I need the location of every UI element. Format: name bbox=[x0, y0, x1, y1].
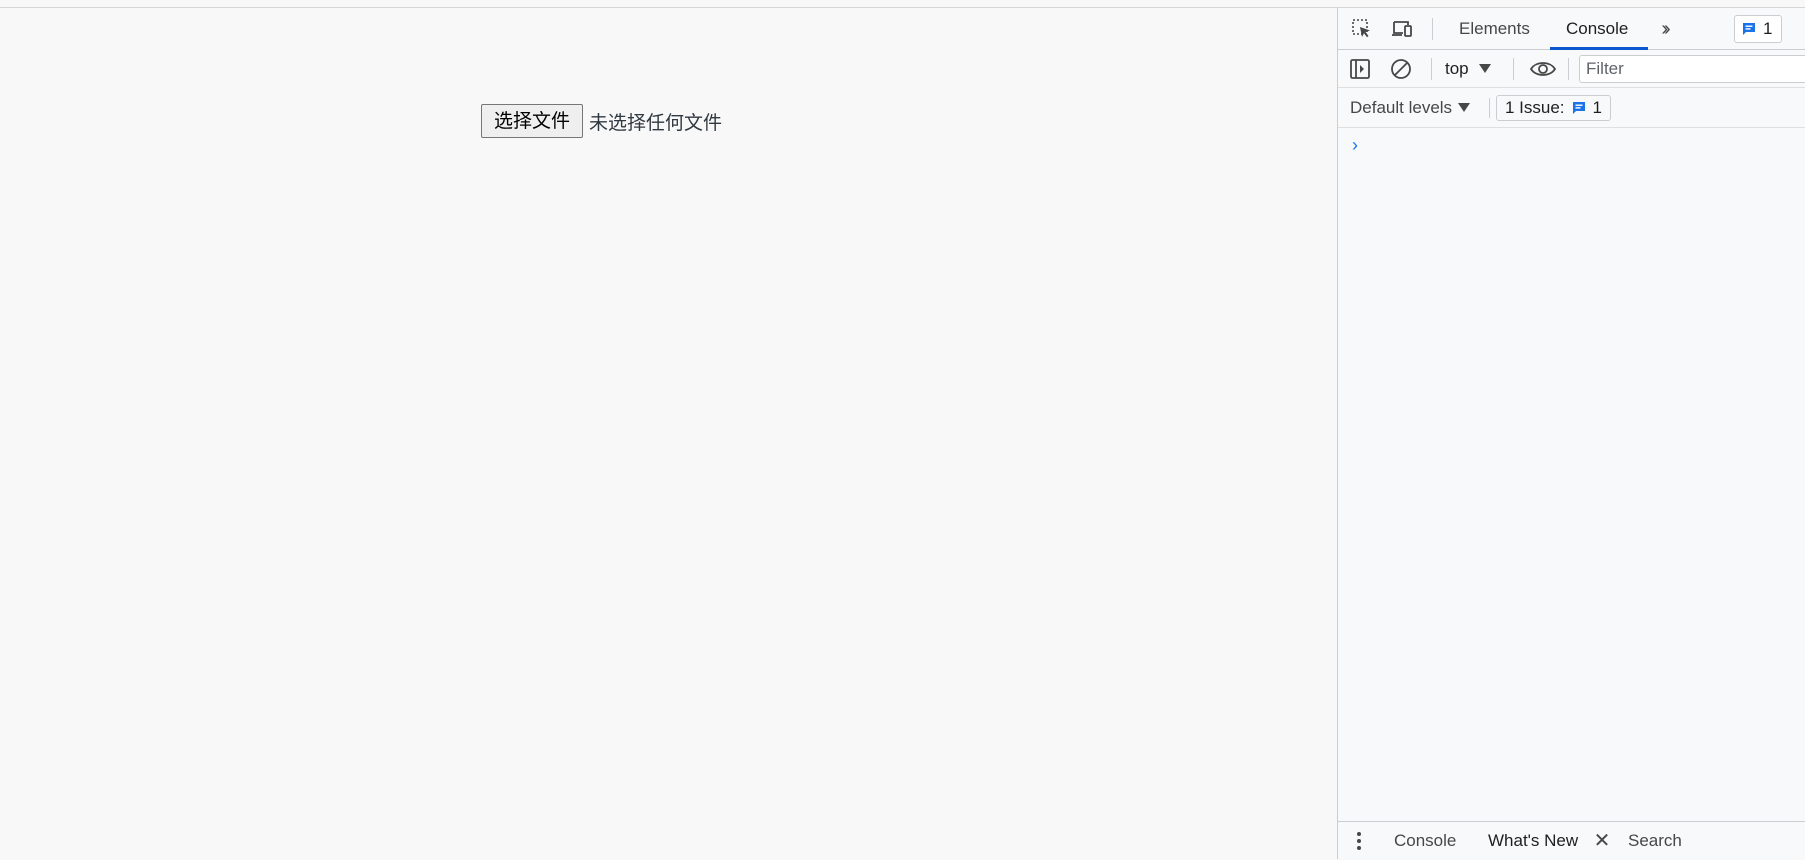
choose-file-button[interactable]: 选择文件 bbox=[481, 104, 584, 138]
caret-down-icon bbox=[1458, 103, 1471, 112]
chevron-double-right-icon[interactable]: ›› bbox=[1650, 16, 1678, 42]
console-toolbar: top bbox=[1338, 50, 1805, 88]
issues-counter-badge[interactable]: 1 bbox=[1734, 15, 1782, 43]
tab-console[interactable]: Console bbox=[1566, 8, 1628, 50]
message-icon bbox=[1743, 23, 1755, 35]
console-output[interactable]: › bbox=[1338, 129, 1805, 829]
console-prompt-icon[interactable]: › bbox=[1352, 135, 1358, 156]
caret-down-icon bbox=[1478, 64, 1491, 73]
context-label: top bbox=[1445, 59, 1469, 78]
web-page: 选择文件 未选择任何文件 bbox=[0, 8, 1337, 859]
log-levels-dropdown[interactable]: Default levels bbox=[1350, 88, 1471, 128]
issues-button[interactable]: 1 Issue: 1 bbox=[1496, 95, 1612, 121]
clear-console-icon[interactable] bbox=[1389, 57, 1413, 81]
sidebar-toggle-icon[interactable] bbox=[1348, 57, 1372, 81]
issues-count-top: 1 bbox=[1763, 19, 1773, 38]
toolbar-divider bbox=[1431, 58, 1432, 80]
devtools-panel: Elements Console ›› 1 top Filter Default… bbox=[1337, 8, 1805, 859]
console-toolbar-secondary: Default levels 1 Issue: 1 bbox=[1338, 88, 1805, 128]
issues-label: 1 Issue: bbox=[1505, 98, 1565, 117]
close-icon[interactable]: ✕ bbox=[1592, 831, 1612, 851]
browser-top-edge bbox=[0, 0, 1805, 8]
toolbar-divider bbox=[1489, 98, 1490, 118]
tab-elements[interactable]: Elements bbox=[1459, 8, 1530, 50]
kebab-menu-icon[interactable] bbox=[1350, 828, 1368, 854]
toolbar-divider bbox=[1568, 58, 1569, 80]
log-levels-label: Default levels bbox=[1350, 98, 1453, 117]
devtools-drawer: Console What's New ✕ Search bbox=[1338, 821, 1805, 859]
context-selector[interactable]: top bbox=[1445, 50, 1491, 88]
toolbar-divider bbox=[1432, 18, 1433, 40]
toolbar-divider bbox=[1513, 58, 1514, 80]
message-icon bbox=[1572, 102, 1585, 114]
file-status-text: 未选择任何文件 bbox=[589, 111, 723, 134]
eye-icon[interactable] bbox=[1528, 57, 1558, 81]
device-toolbar-icon[interactable] bbox=[1390, 17, 1414, 41]
inspect-element-icon[interactable] bbox=[1350, 17, 1374, 41]
devtools-tabbar: Elements Console ›› 1 bbox=[1338, 8, 1805, 50]
filter-input[interactable] bbox=[1579, 55, 1805, 83]
file-input[interactable]: 选择文件 未选择任何文件 bbox=[481, 104, 722, 138]
drawer-tab-search[interactable]: Search bbox=[1628, 822, 1682, 860]
drawer-tab-console[interactable]: Console bbox=[1394, 822, 1456, 860]
drawer-tab-whats-new[interactable]: What's New bbox=[1488, 822, 1578, 860]
issues-count: 1 bbox=[1592, 98, 1603, 117]
